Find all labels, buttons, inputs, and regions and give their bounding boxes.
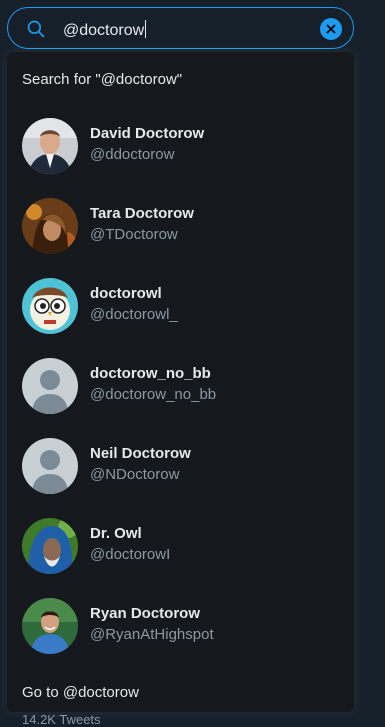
search-for-option[interactable]: Search for "@doctorow" xyxy=(22,71,182,88)
result-name: doctorowl xyxy=(90,285,162,302)
close-icon xyxy=(326,24,336,34)
result-handle: @doctorow_no_bb xyxy=(90,386,217,403)
search-input[interactable]: @doctorow xyxy=(63,20,147,40)
avatar xyxy=(22,198,78,254)
result-handle: @TDoctorow xyxy=(90,226,178,243)
result-handle: @NDoctorow xyxy=(90,466,180,483)
result-handle: @ddoctorow xyxy=(90,146,175,163)
result-handle: @doctorowl_ xyxy=(90,306,178,323)
result-item[interactable]: Neil Doctorow @NDoctorow xyxy=(7,426,354,506)
avatar xyxy=(22,278,78,334)
text-caret xyxy=(145,20,147,38)
result-name: Tara Doctorow xyxy=(90,205,194,222)
result-item[interactable]: Ryan Doctorow @RyanAtHighspot xyxy=(7,586,354,666)
result-item[interactable]: Tara Doctorow @TDoctorow xyxy=(7,186,354,266)
avatar xyxy=(22,598,78,654)
avatar xyxy=(22,358,78,414)
avatar xyxy=(22,118,78,174)
result-handle: @RyanAtHighspot xyxy=(90,626,214,643)
go-to-option[interactable]: Go to @doctorow xyxy=(22,684,139,701)
result-name: doctorow_no_bb xyxy=(90,365,211,382)
result-name: Neil Doctorow xyxy=(90,445,191,462)
search-dropdown: Search for "@doctorow" David Doctorow @d… xyxy=(7,52,354,712)
search-box[interactable]: @doctorow xyxy=(7,7,354,49)
avatar xyxy=(22,518,78,574)
result-name: David Doctorow xyxy=(90,125,205,142)
result-item[interactable]: David Doctorow @ddoctorow xyxy=(7,106,354,186)
search-query: @doctorow xyxy=(63,22,145,39)
tweets-count: 14.2K Tweets xyxy=(22,712,101,727)
result-handle: @doctorowI xyxy=(90,546,171,563)
avatar xyxy=(22,438,78,494)
result-item[interactable]: doctorowl @doctorowl_ xyxy=(7,266,354,346)
result-name: Dr. Owl xyxy=(90,525,142,542)
result-item[interactable]: doctorow_no_bb @doctorow_no_bb xyxy=(7,346,354,426)
result-item[interactable]: Dr. Owl @doctorowI xyxy=(7,506,354,586)
clear-search-button[interactable] xyxy=(320,18,342,40)
search-icon xyxy=(27,20,45,38)
result-name: Ryan Doctorow xyxy=(90,605,201,622)
scrollbar[interactable] xyxy=(377,0,385,724)
